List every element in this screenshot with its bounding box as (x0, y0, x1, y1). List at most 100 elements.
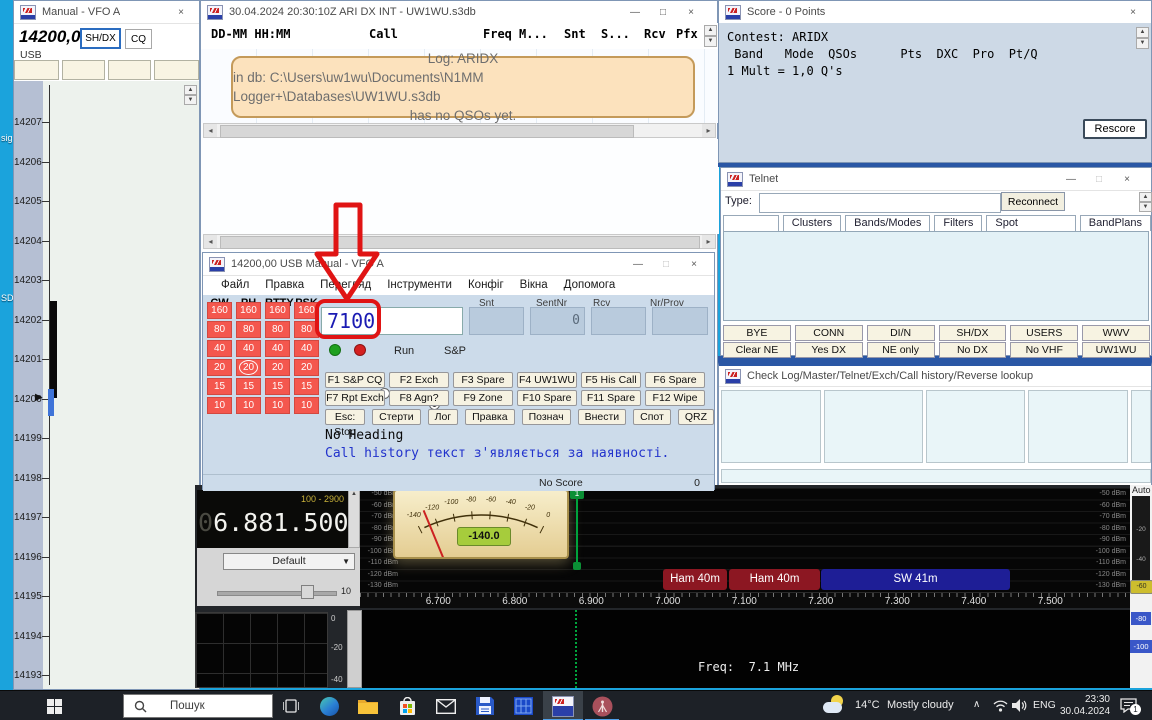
sdr-waterfall[interactable]: Freq: 7.1 MHz (362, 610, 1130, 688)
function-key-button[interactable]: F4 UW1WU (517, 372, 577, 388)
function-key-button[interactable]: F7 Rpt Exch (325, 390, 385, 406)
checklog-pane[interactable] (824, 390, 923, 463)
entry-titlebar[interactable]: 14200,00 USB Manual - VFO A — □ × (203, 253, 714, 276)
function-key-button[interactable]: F9 Zone (453, 390, 513, 406)
telnet-command-button[interactable]: Clear NE (723, 342, 791, 358)
taskbar-edge-button[interactable] (315, 691, 343, 720)
spinner-up-icon[interactable]: ▲ (704, 25, 717, 36)
action-button[interactable]: Спот (633, 409, 671, 425)
minimize-icon[interactable]: — (626, 256, 650, 272)
spinner-down-icon[interactable]: ▼ (1139, 202, 1152, 212)
band-segment[interactable]: Ham 40m (663, 569, 727, 590)
menu-item[interactable]: Файл (217, 276, 253, 296)
log-column-header[interactable]: S... (601, 27, 630, 41)
reconnect-button[interactable]: Reconnect (1001, 192, 1065, 211)
telnet-command-button[interactable]: DI/N (867, 325, 935, 341)
tray-chevron-icon[interactable]: ∧ (973, 699, 980, 710)
function-key-button[interactable]: F5 His Call (581, 372, 641, 388)
maximize-icon[interactable]: □ (654, 256, 678, 272)
log-hscrollbar[interactable]: ◂ ▸ (203, 234, 716, 249)
menu-item[interactable]: Інструменти (383, 276, 456, 296)
taskbar-save-app-button[interactable] (471, 691, 499, 720)
taskbar-grid-app-button[interactable] (509, 691, 537, 720)
band-button[interactable]: 160 (207, 302, 232, 319)
log-titlebar[interactable]: 30.04.2024 20:30:10Z ARI DX INT - UW1WU.… (201, 1, 717, 24)
menu-item[interactable]: Конфіг (464, 276, 508, 296)
band-button[interactable]: 40 (236, 340, 261, 357)
checklog-pane[interactable] (721, 390, 821, 463)
band-button[interactable]: 10 (207, 397, 232, 414)
function-key-button[interactable]: F12 Wipe (645, 390, 705, 406)
telnet-tab[interactable]: Spot Comment (986, 215, 1075, 231)
menu-item[interactable]: Вікна (516, 276, 552, 296)
taskbar-explorer-button[interactable] (354, 691, 382, 720)
close-icon[interactable]: × (679, 4, 703, 20)
action-button[interactable]: Лог (428, 409, 459, 425)
volume-icon[interactable] (1012, 699, 1027, 712)
bandmap-filter-box[interactable] (154, 60, 199, 80)
band-button[interactable]: 40 (207, 340, 232, 357)
scrollbar-thumb[interactable] (220, 125, 634, 138)
gain-slider-handle[interactable]: -60 (1130, 580, 1152, 594)
spinner-down-icon[interactable]: ▼ (704, 36, 717, 47)
band-button[interactable]: 20 (207, 359, 232, 376)
telnet-tab[interactable]: BandPlans (1080, 215, 1151, 231)
log-column-header[interactable]: M... (519, 27, 548, 41)
band-button[interactable]: 20 (265, 359, 290, 376)
telnet-type-input[interactable] (759, 193, 1001, 213)
band-button[interactable]: 80 (265, 321, 290, 338)
telnet-command-button[interactable]: SH/DX (939, 325, 1007, 341)
function-key-button[interactable]: F2 Exch (389, 372, 449, 388)
telnet-command-button[interactable]: NE only (867, 342, 935, 358)
scroll-right-icon[interactable]: ▸ (702, 124, 715, 137)
maximize-icon[interactable]: □ (1087, 171, 1111, 187)
band-button[interactable]: 15 (265, 378, 290, 395)
function-key-button[interactable]: F10 Spare (517, 390, 577, 406)
spinner-up-icon[interactable]: ▲ (184, 85, 197, 95)
telnet-tab[interactable]: Bands/Modes (845, 215, 930, 231)
band-button[interactable]: 20 (294, 359, 319, 376)
log-hscrollbar[interactable]: ◂ ▸ (203, 123, 716, 138)
band-button[interactable]: 80 (207, 321, 232, 338)
sdr-frequency-scale[interactable]: 6.7006.8006.9007.0007.1007.2007.3007.400… (360, 592, 1130, 608)
taskbar-sdr-button[interactable] (585, 691, 619, 720)
telnet-tab[interactable]: Filters (934, 215, 982, 231)
telnet-command-button[interactable]: BYE (723, 325, 791, 341)
bandmap-spinner[interactable]: ▲ ▼ (184, 85, 197, 105)
band-button[interactable]: 40 (294, 340, 319, 357)
gain-slider-track[interactable]: -20 -40 (1132, 496, 1150, 583)
close-icon[interactable]: × (169, 4, 193, 20)
band-button[interactable]: 160 (236, 302, 261, 319)
telnet-command-button[interactable]: No VHF (1010, 342, 1078, 358)
shdx-button[interactable]: SH/DX (80, 28, 121, 49)
scroll-left-icon[interactable]: ◂ (204, 124, 217, 137)
log-spinner[interactable]: ▲ ▼ (704, 25, 717, 47)
sdr-scrollbar[interactable]: ▲ (348, 490, 360, 548)
minimize-icon[interactable]: — (1059, 171, 1083, 187)
taskbar-search[interactable] (123, 694, 273, 718)
weather-desc[interactable]: Mostly cloudy (887, 699, 954, 711)
log-column-header[interactable]: Rcv (644, 27, 666, 41)
action-button[interactable]: QRZ (678, 409, 714, 425)
weather-icon[interactable] (823, 695, 849, 717)
telnet-command-button[interactable]: Yes DX (795, 342, 863, 358)
notification-button[interactable]: 1 (1120, 698, 1140, 714)
bandmap-filter-box[interactable] (14, 60, 59, 80)
band-button[interactable]: 15 (207, 378, 232, 395)
band-button[interactable]: 10 (265, 397, 290, 414)
score-titlebar[interactable]: Score - 0 Points × (719, 1, 1151, 24)
taskbar-store-button[interactable] (393, 691, 421, 720)
checklog-pane[interactable] (926, 390, 1025, 463)
action-button[interactable]: Esc: Stop (325, 409, 365, 425)
log-column-header[interactable]: Snt (564, 27, 586, 41)
checklog-pane[interactable] (1131, 390, 1151, 463)
checklog-titlebar[interactable]: Check Log/Master/Telnet/Exch/Call histor… (719, 366, 1151, 387)
action-button[interactable]: Стерти (372, 409, 420, 425)
spinner-down-icon[interactable]: ▼ (1136, 38, 1149, 49)
function-key-button[interactable]: F8 Agn? (389, 390, 449, 406)
minimize-icon[interactable]: — (623, 4, 647, 20)
telnet-command-button[interactable]: UW1WU (1082, 342, 1150, 358)
spinner-down-icon[interactable]: ▼ (184, 95, 197, 105)
scroll-up-icon[interactable]: ▲ (351, 491, 357, 497)
scroll-left-icon[interactable]: ◂ (204, 235, 217, 248)
